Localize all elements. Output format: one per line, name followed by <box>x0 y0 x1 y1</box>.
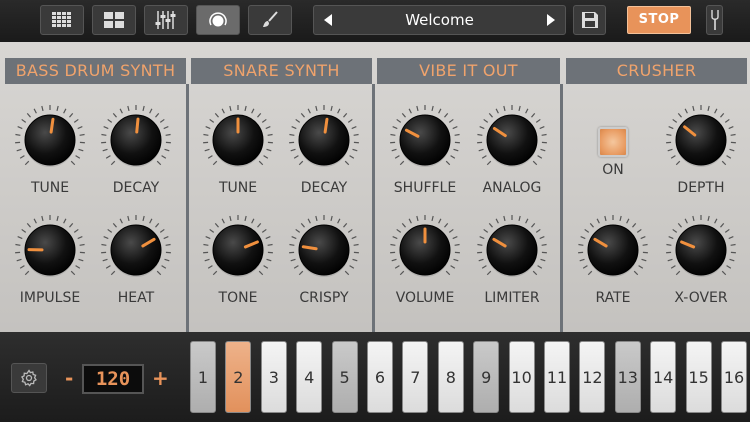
knob-snare-synth-tune[interactable] <box>202 104 274 176</box>
step-button-4[interactable]: 4 <box>296 341 323 413</box>
knob-snare-synth-crispy[interactable] <box>288 214 360 286</box>
knob-label: TONE <box>218 290 258 306</box>
step-button-3[interactable]: 3 <box>260 341 287 413</box>
knob-crusher-x-over[interactable] <box>665 214 737 286</box>
layout-icon <box>104 12 124 28</box>
next-preset-button[interactable] <box>537 6 565 34</box>
knob-icon <box>209 12 227 27</box>
synth-view-button[interactable] <box>196 5 240 35</box>
settings-button[interactable] <box>11 363 47 393</box>
synth-panel: BASS DRUM SYNTH SNARE SYNTH VIBE IT OUT … <box>0 42 750 332</box>
knob-vibe-it-out-volume[interactable] <box>389 214 461 286</box>
knob-label: CRISPY <box>299 290 349 306</box>
tuning-fork-button[interactable] <box>706 5 723 35</box>
stop-button[interactable]: STOP <box>627 6 691 34</box>
knob-label: HEAT <box>117 290 155 306</box>
knob-label: X-OVER <box>674 290 728 306</box>
step-button-12[interactable]: 12 <box>579 341 606 413</box>
step-button-10[interactable]: 10 <box>508 341 535 413</box>
step-button-7[interactable]: 7 <box>402 341 429 413</box>
step-button-15[interactable]: 15 <box>685 341 712 413</box>
pattern-grid-button[interactable] <box>40 5 84 35</box>
knob-label: SHUFFLE <box>393 180 457 196</box>
mixer-icon <box>155 11 176 29</box>
step-button-1[interactable]: 1 <box>190 341 216 413</box>
triangle-left-icon <box>324 14 332 26</box>
knob-label: ANALOG <box>482 180 542 196</box>
section-header-bass-drum-synth: BASS DRUM SYNTH <box>5 58 186 84</box>
effects-button[interactable] <box>248 5 292 35</box>
knob-label: TUNE <box>30 180 70 196</box>
tuning-fork-icon <box>710 10 719 30</box>
knob-crusher-depth[interactable] <box>665 104 737 176</box>
knob-label: LIMITER <box>484 290 540 306</box>
section-header-crusher: CRUSHER <box>566 58 747 84</box>
top-toolbar: Welcome STOP <box>0 0 750 42</box>
step-button-6[interactable]: 6 <box>367 341 393 413</box>
knob-label: DECAY <box>112 180 160 196</box>
knob-bass-drum-synth-impulse[interactable] <box>14 214 86 286</box>
step-button-13[interactable]: 13 <box>614 341 641 413</box>
preset-name: Welcome <box>405 11 474 29</box>
section-divider <box>560 84 563 332</box>
section-divider <box>372 84 375 332</box>
floppy-disk-icon <box>581 12 598 28</box>
knob-label: DECAY <box>300 180 348 196</box>
knob-label: DEPTH <box>677 180 725 196</box>
knob-vibe-it-out-analog[interactable] <box>476 104 548 176</box>
mixer-button[interactable] <box>144 5 188 35</box>
step-button-2[interactable]: 2 <box>225 341 252 413</box>
triangle-right-icon <box>547 14 555 26</box>
section-divider <box>186 84 189 332</box>
knob-label: VOLUME <box>395 290 455 306</box>
crusher-on-toggle[interactable] <box>598 127 628 157</box>
knob-snare-synth-tone[interactable] <box>202 214 274 286</box>
knob-bass-drum-synth-decay[interactable] <box>100 104 172 176</box>
knob-label: RATE <box>595 290 631 306</box>
tempo-decrease-button[interactable]: - <box>65 366 73 390</box>
knob-bass-drum-synth-heat[interactable] <box>100 214 172 286</box>
step-button-8[interactable]: 8 <box>437 341 464 413</box>
section-header-vibe-it-out: VIBE IT OUT <box>377 58 560 84</box>
step-button-16[interactable]: 16 <box>721 341 747 413</box>
tempo-display[interactable]: 120 <box>82 364 144 394</box>
knob-label: IMPULSE <box>19 290 81 306</box>
section-header-snare-synth: SNARE SYNTH <box>191 58 372 84</box>
preset-selector[interactable]: Welcome <box>313 5 566 35</box>
knob-snare-synth-decay[interactable] <box>288 104 360 176</box>
knob-bass-drum-synth-tune[interactable] <box>14 104 86 176</box>
step-button-11[interactable]: 11 <box>544 341 570 413</box>
step-button-9[interactable]: 9 <box>473 341 500 413</box>
crusher-on-label: ON <box>602 162 624 178</box>
knob-label: TUNE <box>218 180 258 196</box>
kit-layout-button[interactable] <box>92 5 136 35</box>
knob-vibe-it-out-shuffle[interactable] <box>389 104 461 176</box>
step-button-14[interactable]: 14 <box>650 341 677 413</box>
save-button[interactable] <box>573 5 606 35</box>
prev-preset-button[interactable] <box>314 6 342 34</box>
brush-icon <box>263 11 278 27</box>
knob-vibe-it-out-limiter[interactable] <box>476 214 548 286</box>
knob-crusher-rate[interactable] <box>577 214 649 286</box>
grid-icon <box>52 12 71 27</box>
gear-icon <box>20 369 37 387</box>
step-button-5[interactable]: 5 <box>331 341 358 413</box>
tempo-increase-button[interactable]: + <box>152 366 169 390</box>
